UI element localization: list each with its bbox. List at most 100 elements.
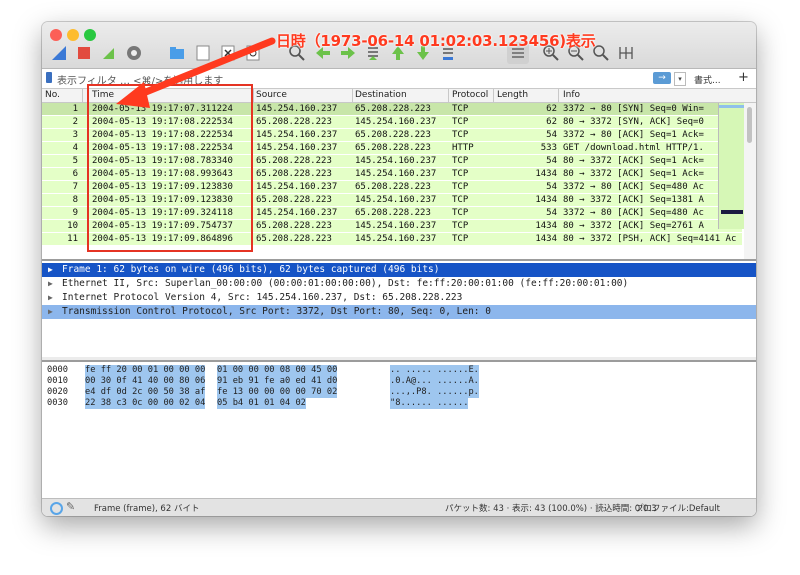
disclosure-triangle-icon[interactable]: ▶ bbox=[48, 277, 53, 291]
disclosure-triangle-icon[interactable]: ▶ bbox=[48, 305, 53, 319]
expert-info-icon[interactable] bbox=[50, 502, 63, 515]
add-filter-button[interactable]: + bbox=[738, 70, 749, 85]
hex-hex1[interactable]: 22 38 c3 0c 00 00 02 04 bbox=[85, 398, 206, 409]
column-header-source[interactable]: Source bbox=[256, 90, 287, 100]
packet-cell-src: 65.208.228.223 bbox=[256, 195, 332, 205]
packet-cell-src: 65.208.228.223 bbox=[256, 221, 332, 231]
minimize-window-button[interactable] bbox=[67, 29, 79, 41]
packet-cell-proto: TCP bbox=[452, 117, 469, 127]
disclosure-triangle-icon[interactable]: ▶ bbox=[48, 291, 53, 305]
close-file-icon[interactable] bbox=[217, 42, 239, 64]
packet-cell-proto: TCP bbox=[452, 130, 469, 140]
hex-ascii[interactable]: ...,.P8. ......p. bbox=[390, 387, 479, 398]
packet-cell-dst: 65.208.228.223 bbox=[355, 208, 431, 218]
packet-cell-src: 65.208.228.223 bbox=[256, 117, 332, 127]
packet-cell-info: 80 → 3372 [ACK] Seq=1381 A bbox=[563, 195, 704, 205]
packet-cell-dst: 145.254.160.237 bbox=[355, 221, 437, 231]
packet-cell-len: 54 bbox=[546, 182, 557, 192]
packet-cell-proto: TCP bbox=[452, 156, 469, 166]
packet-cell-dst: 65.208.228.223 bbox=[355, 182, 431, 192]
packet-cell-no: 8 bbox=[72, 195, 78, 205]
packet-cell-proto: TCP bbox=[452, 169, 469, 179]
hex-hex2[interactable]: fe 13 00 00 00 00 70 02 bbox=[217, 387, 338, 398]
bookmark-icon[interactable] bbox=[46, 72, 52, 83]
column-header-info[interactable]: Info bbox=[563, 90, 580, 100]
packet-cell-len: 1434 bbox=[535, 195, 557, 205]
hex-row: 0030 22 38 c3 0c 00 00 02 04 05 b4 01 01 0… bbox=[42, 398, 756, 409]
packet-cell-info: 3372 → 80 [ACK] Seq=480 Ac bbox=[563, 208, 704, 218]
hex-hex2[interactable]: 01 00 00 00 08 00 45 00 bbox=[217, 365, 338, 376]
packet-cell-src: 65.208.228.223 bbox=[256, 234, 332, 244]
packet-cell-no: 7 bbox=[72, 182, 78, 192]
hex-ascii[interactable]: .. ..... ......E. bbox=[390, 365, 479, 376]
column-header-length[interactable]: Length bbox=[497, 90, 528, 100]
packet-cell-len: 1434 bbox=[535, 234, 557, 244]
packet-minimap[interactable] bbox=[718, 103, 745, 229]
packet-cell-len: 533 bbox=[540, 143, 557, 153]
hex-hex1[interactable]: 00 30 0f 41 40 00 80 06 bbox=[85, 376, 206, 387]
packet-cell-dst: 145.254.160.237 bbox=[355, 169, 437, 179]
hex-offset: 0000 bbox=[47, 365, 68, 375]
packet-cell-info: 3372 → 80 [SYN] Seq=0 Win= bbox=[563, 104, 704, 114]
status-profile[interactable]: プロファイル:Default bbox=[635, 502, 720, 514]
packet-list-scrollbar[interactable] bbox=[744, 103, 756, 278]
packet-details: ▶ Frame 1: 62 bytes on wire (496 bits), 6… bbox=[42, 259, 756, 357]
packet-cell-src: 145.254.160.237 bbox=[256, 104, 338, 114]
packet-cell-len: 54 bbox=[546, 130, 557, 140]
packet-cell-src: 145.254.160.237 bbox=[256, 208, 338, 218]
detail-tree-row[interactable]: ▶ Frame 1: 62 bytes on wire (496 bits), 6… bbox=[42, 263, 756, 277]
packet-cell-len: 54 bbox=[546, 156, 557, 166]
reload-icon[interactable] bbox=[242, 42, 264, 64]
packet-cell-len: 62 bbox=[546, 117, 557, 127]
filter-dropdown-button[interactable]: ▾ bbox=[674, 72, 686, 86]
save-file-icon[interactable] bbox=[192, 42, 214, 64]
detail-row-text: Internet Protocol Version 4, Src: 145.25… bbox=[62, 292, 463, 303]
restart-icon[interactable] bbox=[98, 42, 120, 64]
options-gear-icon[interactable] bbox=[123, 42, 145, 64]
hex-ascii[interactable]: .0.A@... ......A. bbox=[390, 376, 479, 387]
disclosure-triangle-icon[interactable]: ▶ bbox=[48, 263, 53, 277]
hex-offset: 0010 bbox=[47, 376, 68, 386]
packet-cell-proto: HTTP bbox=[452, 143, 474, 153]
status-stats: パケット数: 43 · 表示: 43 (100.0%) · 読込時間: 0:0.… bbox=[445, 504, 657, 514]
hex-hex2[interactable]: 91 eb 91 fe a0 ed 41 d0 bbox=[217, 376, 338, 387]
detail-tree-row[interactable]: ▶ Ethernet II, Src: Superlan_00:00:00 (00… bbox=[42, 277, 756, 291]
packet-bytes: 0000 fe ff 20 00 01 00 00 00 01 00 00 00 0… bbox=[42, 360, 756, 516]
packet-cell-dst: 145.254.160.237 bbox=[355, 117, 437, 127]
column-header-protocol[interactable]: Protocol bbox=[452, 90, 488, 100]
hex-hex2[interactable]: 05 b4 01 01 04 02 bbox=[217, 398, 306, 409]
stop-icon[interactable] bbox=[73, 42, 95, 64]
packet-cell-no: 6 bbox=[72, 169, 78, 179]
hex-row: 0010 00 30 0f 41 40 00 80 06 91 eb 91 fe a… bbox=[42, 376, 756, 387]
annotation-label: 日時（1973-06-14 01:02:03.123456)表示 bbox=[276, 32, 596, 50]
hex-hex1[interactable]: fe ff 20 00 01 00 00 00 bbox=[85, 365, 206, 376]
expressions-button[interactable]: 書式... bbox=[694, 73, 721, 86]
zoom-window-button[interactable] bbox=[84, 29, 96, 41]
comment-icon[interactable]: ✎ bbox=[66, 500, 75, 513]
packet-cell-info: 80 → 3372 [ACK] Seq=1 Ack= bbox=[563, 169, 704, 179]
time-column-highlight-box bbox=[87, 84, 253, 252]
packet-cell-dst: 145.254.160.237 bbox=[355, 156, 437, 166]
hex-offset: 0030 bbox=[47, 398, 68, 408]
detail-row-text: Transmission Control Protocol, Src Port:… bbox=[62, 306, 491, 317]
packet-cell-dst: 145.254.160.237 bbox=[355, 234, 437, 244]
open-folder-icon[interactable] bbox=[166, 42, 188, 64]
packet-cell-no: 5 bbox=[72, 156, 78, 166]
hex-hex1[interactable]: e4 df 0d 2c 00 50 38 af bbox=[85, 387, 206, 398]
packet-cell-len: 54 bbox=[546, 208, 557, 218]
status-bar: ✎ Frame (frame), 62 バイト パケット数: 43 · 表示: … bbox=[42, 498, 756, 516]
hex-row: 0020 e4 df 0d 2c 00 50 38 af fe 13 00 00 0… bbox=[42, 387, 756, 398]
hex-ascii[interactable]: "8...... ...... bbox=[390, 398, 469, 409]
column-header-destination[interactable]: Destination bbox=[355, 90, 407, 100]
detail-tree-row[interactable]: ▶ Transmission Control Protocol, Src Port… bbox=[42, 305, 756, 319]
packet-cell-info: 3372 → 80 [ACK] Seq=1 Ack= bbox=[563, 130, 704, 140]
packet-cell-len: 62 bbox=[546, 104, 557, 114]
packet-cell-info: 80 → 3372 [PSH, ACK] Seq=4141 Ac bbox=[563, 234, 737, 244]
apply-filter-button[interactable]: → bbox=[653, 72, 671, 84]
detail-tree-row[interactable]: ▶ Internet Protocol Version 4, Src: 145.2… bbox=[42, 291, 756, 305]
close-window-button[interactable] bbox=[50, 29, 62, 41]
column-header-no[interactable]: No. bbox=[45, 90, 60, 100]
packet-cell-proto: TCP bbox=[452, 234, 469, 244]
shark-fin-icon[interactable] bbox=[48, 42, 70, 64]
resize-columns-icon[interactable] bbox=[615, 42, 637, 64]
